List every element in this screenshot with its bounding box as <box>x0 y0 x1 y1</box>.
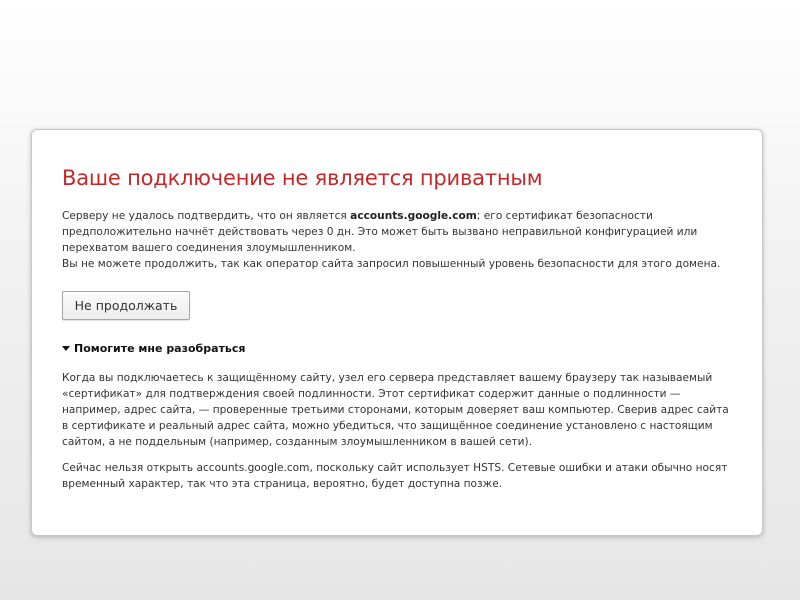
triangle-down-icon <box>62 346 70 351</box>
main-message-prefix: Серверу не удалось подтвердить, что он я… <box>62 210 351 222</box>
interstitial-card: Ваше подключение не является приватным С… <box>31 129 763 536</box>
details-paragraph-2: Сейчас нельзя открыть accounts.google.co… <box>62 462 728 490</box>
error-main-message: Серверу не удалось подтвердить, что он я… <box>62 208 732 272</box>
details-paragraph-1: Когда вы подключаетесь к защищённому сай… <box>62 372 729 448</box>
main-message-line2: Вы не можете продолжить, так как операто… <box>62 258 721 270</box>
details-section: Когда вы подключаетесь к защищённому сай… <box>62 370 732 492</box>
details-toggle-label: Помогите мне разобраться <box>74 342 246 355</box>
back-to-safety-button[interactable]: Не продолжать <box>62 291 190 320</box>
details-toggle[interactable]: Помогите мне разобраться <box>62 342 732 355</box>
error-domain: accounts.google.com <box>350 210 477 222</box>
error-title: Ваше подключение не является приватным <box>62 166 543 190</box>
